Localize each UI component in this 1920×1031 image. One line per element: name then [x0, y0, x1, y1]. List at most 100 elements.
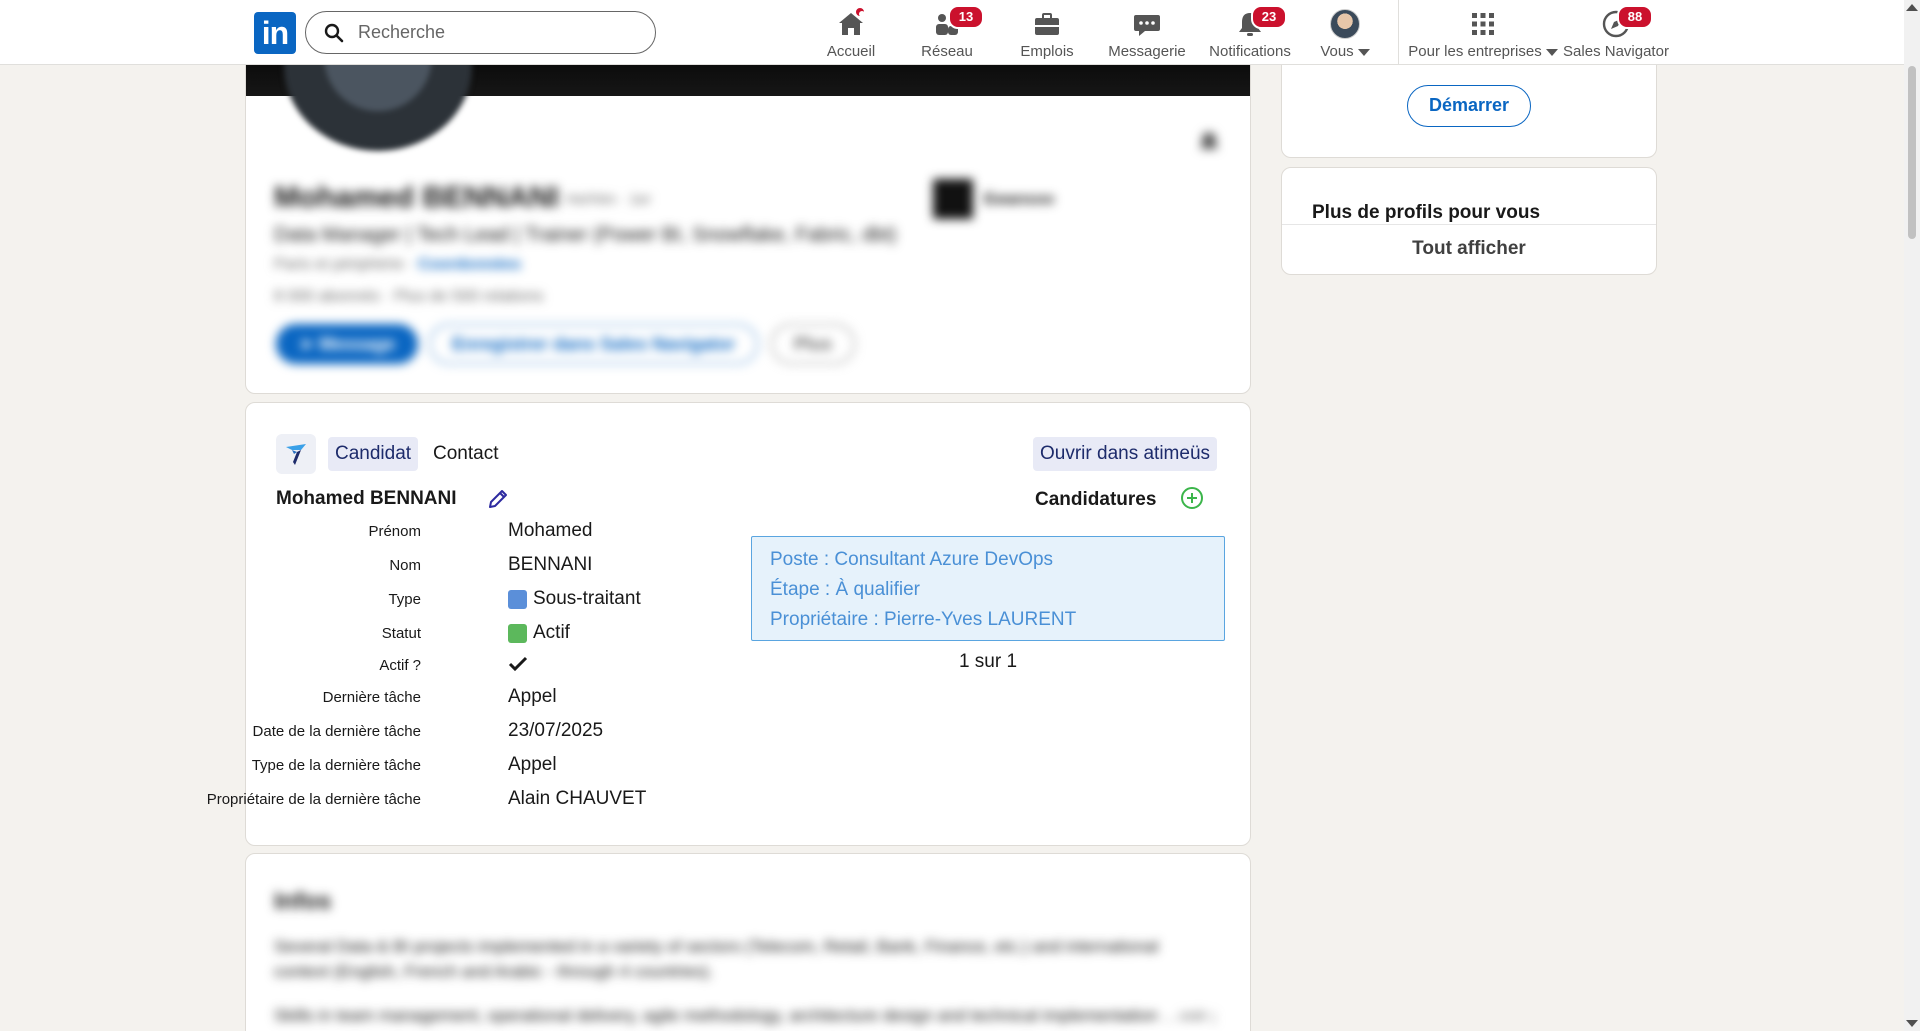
field-value: Appel [508, 754, 557, 775]
nav-for-business-label: Pour les entreprises [1408, 43, 1542, 60]
nav-messaging[interactable]: Messagerie [1102, 4, 1192, 62]
network-badge: 13 [948, 5, 984, 29]
profile-location-wrap: Paris et périphérie · Coordonnées [274, 256, 522, 273]
field-row-actif: Actif ? [246, 654, 806, 680]
tab-contact[interactable]: Contact [426, 437, 505, 471]
about-title: Infos [274, 888, 332, 915]
field-value: Alain CHAUVET [508, 788, 647, 809]
linkedin-logo-icon[interactable]: in [254, 12, 296, 54]
nav-divider [1398, 0, 1399, 65]
application-card[interactable]: Poste : Consultant Azure DevOps Étape : … [751, 536, 1225, 641]
nav-for-business[interactable]: Pour les entreprises [1408, 4, 1558, 62]
field-value-wrap: Sous-traitant [508, 588, 641, 610]
company-logo[interactable] [933, 179, 973, 219]
more-button[interactable]: Plus [771, 324, 856, 364]
about-text: Several Data & BI projects implemented i… [274, 937, 1159, 981]
field-row-derniere-tache: Dernière tâche Appel [246, 686, 806, 712]
tab-candidate[interactable]: Candidat [328, 437, 419, 471]
atimeus-logo-icon [276, 434, 316, 474]
see-more-link[interactable]: …voir plus [1163, 1006, 1214, 1025]
field-value-wrap [508, 654, 528, 674]
application-pager: 1 sur 1 [958, 651, 1018, 672]
more-profiles-card: Plus de profils pour vous Tout afficher [1281, 167, 1657, 275]
checkmark-icon [508, 656, 528, 672]
nav-network-label: Réseau [921, 43, 973, 60]
candidate-full-name: Mohamed BENNANI [276, 488, 457, 509]
field-value: 23/07/2025 [508, 720, 604, 741]
profile-notify-bell[interactable] [1196, 129, 1222, 160]
chevron-down-icon [1357, 48, 1370, 56]
profile-relations: 8 000 abonnés · Plus de 500 relations [274, 288, 544, 305]
nav-jobs[interactable]: Emplois [1012, 4, 1082, 62]
nav-messaging-label: Messagerie [1108, 43, 1186, 60]
about-text-2-content: Skills in team management, operational d… [274, 1006, 1158, 1025]
nav-notifications[interactable]: 23 Notifications [1200, 4, 1300, 62]
edit-button[interactable] [486, 487, 510, 516]
contact-info-link[interactable]: Coordonnées [418, 256, 521, 273]
search-input[interactable] [358, 22, 618, 43]
profile-card: Mohamed BENNANI He/Him · 1er Data Manage… [245, 40, 1251, 394]
nav-me[interactable]: Vous [1310, 4, 1380, 62]
field-label: Nom [389, 557, 421, 574]
grid-icon [1472, 13, 1494, 35]
field-row-type-derniere-tache: Type de la dernière tâche Appel [246, 754, 806, 780]
field-row-type: Type Sous-traitant [246, 588, 806, 614]
field-label: Actif ? [379, 657, 421, 674]
field-row-date-derniere-tache: Date de la dernière tâche 23/07/2025 [246, 720, 806, 746]
sales-navigator-badge: 88 [1617, 5, 1653, 29]
about-card: Infos Several Data & BI projects impleme… [245, 853, 1251, 1031]
field-label: Date de la dernière tâche [252, 723, 421, 740]
start-button[interactable]: Démarrer [1407, 85, 1531, 127]
scroll-up-icon[interactable] [1906, 4, 1918, 11]
plus-circle-icon [1181, 487, 1203, 509]
divider [1282, 224, 1656, 225]
nav-notifications-label: Notifications [1209, 43, 1291, 60]
scroll-down-icon[interactable] [1906, 1020, 1918, 1027]
nav-home-label: Accueil [826, 43, 876, 60]
nav-me-label-wrap: Vous [1320, 43, 1370, 60]
home-notification-dot [854, 6, 866, 18]
field-label: Prénom [368, 523, 421, 540]
add-application-button[interactable] [1180, 486, 1204, 515]
field-value: Actif [533, 622, 570, 643]
messaging-icon [1134, 15, 1160, 36]
open-in-atimeus-button[interactable]: Ouvrir dans atimeüs [1033, 437, 1218, 471]
type-color-swatch [508, 589, 527, 609]
scroll-thumb[interactable] [1908, 66, 1916, 239]
field-value: BENNANI [508, 554, 593, 575]
bell-icon [1199, 132, 1219, 149]
field-row-proprietaire-derniere-tache: Propriétaire de la dernière tâche Alain … [207, 788, 806, 814]
nav-network[interactable]: 13 Réseau [912, 4, 984, 62]
field-label: Type [388, 591, 421, 608]
field-row-statut: Statut Actif [246, 622, 806, 648]
save-sales-navigator-button[interactable]: Enregistrer dans Sales Navigator [429, 324, 759, 364]
nav-sales-navigator[interactable]: 88 Sales Navigator [1562, 4, 1670, 62]
application-proprietaire: Propriétaire : Pierre-Yves LAURENT [770, 609, 1077, 630]
message-button[interactable]: ➤ Message [276, 324, 419, 364]
field-label: Statut [381, 625, 421, 642]
chevron-down-icon [1545, 48, 1558, 56]
avatar [1330, 9, 1360, 39]
briefcase-icon [1035, 13, 1059, 35]
profile-headline: Data Manager | Tech Lead | Trainer (Powe… [274, 224, 897, 246]
search-bar[interactable] [305, 11, 656, 54]
show-all-button[interactable]: Tout afficher [1282, 238, 1656, 260]
nav-home[interactable]: Accueil [816, 4, 886, 62]
nav-jobs-label: Emplois [1020, 43, 1074, 60]
field-label: Dernière tâche [322, 689, 421, 706]
message-button-label: Message [319, 334, 396, 354]
applications-title: Candidatures [1035, 489, 1157, 510]
field-value: Sous-traitant [533, 588, 641, 609]
status-color-swatch [508, 623, 527, 643]
company-name[interactable]: Ewansoo [984, 191, 1054, 209]
field-label: Propriétaire de la dernière tâche [206, 791, 421, 808]
nav-sales-navigator-label: Sales Navigator [1563, 43, 1669, 60]
field-value: Appel [508, 686, 557, 707]
nav-me-label: Vous [1320, 43, 1354, 60]
nav-for-business-label-wrap: Pour les entreprises [1408, 43, 1558, 60]
notifications-badge: 23 [1251, 5, 1287, 29]
field-row-nom: Nom BENNANI [246, 554, 806, 580]
page-scrollbar[interactable] [1904, 0, 1920, 1031]
pencil-icon [489, 490, 507, 508]
field-label: Type de la dernière tâche [251, 757, 421, 774]
